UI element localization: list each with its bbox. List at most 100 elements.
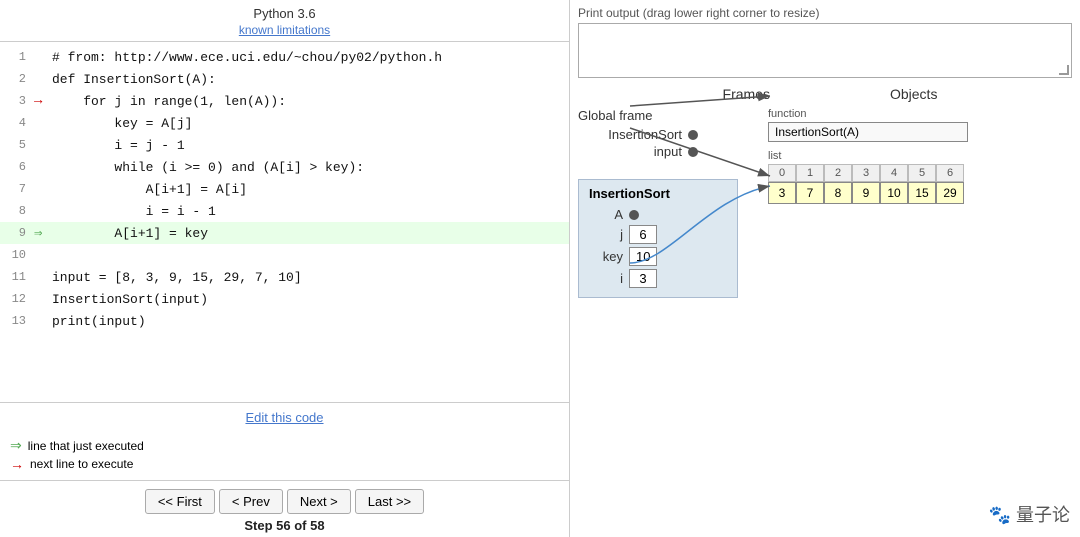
is-var-j: j 6 — [589, 225, 727, 244]
line-code: InsertionSort(input) — [52, 292, 208, 307]
line-number: 9 — [4, 226, 34, 240]
last-button[interactable]: Last >> — [355, 489, 424, 514]
right-panel: Print output (drag lower right corner to… — [570, 0, 1080, 537]
line-number: 3 — [4, 94, 34, 108]
line-number: 2 — [4, 72, 34, 86]
line-code: def InsertionSort(A): — [52, 72, 216, 87]
function-box: InsertionSort(A) — [768, 122, 968, 142]
prev-button[interactable]: < Prev — [219, 489, 283, 514]
global-frame-label: Global frame — [578, 108, 738, 123]
function-label: function — [768, 108, 968, 120]
list-value-1: 7 — [796, 182, 824, 204]
code-line-13: 13 print(input) — [0, 310, 569, 332]
code-line-9: 9⇒ A[i+1] = key — [0, 222, 569, 244]
list-value-0: 3 — [768, 182, 796, 204]
is-var-name-A: A — [589, 207, 629, 222]
line-number: 6 — [4, 160, 34, 174]
list-label: list — [768, 150, 968, 162]
is-var-name-key: key — [589, 249, 629, 264]
red-arrow-icon: → — [10, 456, 24, 472]
list-container: 0123456 3789101529 — [768, 164, 968, 204]
is-var-name-i: i — [589, 271, 629, 286]
code-line-5: 5 i = j - 1 — [0, 134, 569, 156]
list-index-3: 3 — [852, 164, 880, 182]
is-var-key: key 10 — [589, 247, 727, 266]
legend-green-text: line that just executed — [28, 439, 144, 453]
legend-red-text: next line to execute — [30, 457, 133, 471]
step-label: Step 56 of 58 — [244, 518, 324, 533]
frame-name-input: input — [578, 144, 688, 159]
green-arrow-icon: ⇒ — [10, 437, 22, 454]
line-code: while (i >= 0) and (A[i] > key): — [52, 160, 364, 175]
legend: ⇒ line that just executed → next line to… — [0, 433, 569, 480]
line-code: A[i+1] = key — [52, 226, 208, 241]
edit-link-container: Edit this code — [0, 402, 569, 433]
next-button[interactable]: Next > — [287, 489, 351, 514]
output-label: Print output (drag lower right corner to… — [578, 6, 1072, 20]
is-frame-title: InsertionSort — [589, 186, 727, 201]
code-line-7: 7 A[i+1] = A[i] — [0, 178, 569, 200]
list-indices: 0123456 — [768, 164, 968, 182]
first-button[interactable]: << First — [145, 489, 215, 514]
code-area: 1 # from: http://www.ece.uci.edu/~chou/py… — [0, 42, 569, 402]
edit-code-link[interactable]: Edit this code — [245, 410, 323, 425]
output-box — [578, 23, 1072, 78]
frames-header: Frames — [723, 86, 770, 102]
legend-green: ⇒ line that just executed — [10, 437, 559, 454]
objects-header: Objects — [890, 86, 937, 102]
line-code: # from: http://www.ece.uci.edu/~chou/py0… — [52, 50, 442, 65]
line-code: print(input) — [52, 314, 146, 329]
resize-handle-icon[interactable] — [1059, 65, 1069, 75]
line-number: 8 — [4, 204, 34, 218]
insertion-sort-frame: InsertionSort A j 6 key 10 i — [578, 179, 738, 298]
line-number: 4 — [4, 116, 34, 130]
code-line-1: 1 # from: http://www.ece.uci.edu/~chou/py… — [0, 46, 569, 68]
python-header: Python 3.6 known limitations — [0, 0, 569, 42]
line-number: 5 — [4, 138, 34, 152]
list-value-3: 9 — [852, 182, 880, 204]
global-frame: Global frame InsertionSort input — [578, 108, 738, 161]
output-area: Print output (drag lower right corner to… — [578, 6, 1072, 78]
insertionsort-dot-icon — [688, 130, 698, 140]
line-number: 1 — [4, 50, 34, 64]
list-index-4: 4 — [880, 164, 908, 182]
is-var-name-j: j — [589, 227, 629, 242]
list-value-2: 8 — [824, 182, 852, 204]
objects-column: function InsertionSort(A) list 0123456 3… — [768, 108, 968, 298]
frame-row-input: input — [578, 144, 738, 159]
line-number: 7 — [4, 182, 34, 196]
list-value-4: 10 — [880, 182, 908, 204]
line-number: 13 — [4, 314, 34, 328]
line-number: 10 — [4, 248, 34, 262]
code-line-10: 10 — [0, 244, 569, 266]
input-dot-icon — [688, 147, 698, 157]
legend-red: → next line to execute — [10, 456, 559, 472]
list-index-6: 6 — [936, 164, 964, 182]
code-line-11: 11 input = [8, 3, 9, 15, 29, 7, 10] — [0, 266, 569, 288]
code-line-2: 2 def InsertionSort(A): — [0, 68, 569, 90]
line-code: i = i - 1 — [52, 204, 216, 219]
watermark: 🐾 量子论 — [989, 501, 1070, 527]
frame-name-insertionsort: InsertionSort — [578, 127, 688, 142]
code-line-8: 8 i = i - 1 — [0, 200, 569, 222]
frames-column: Global frame InsertionSort input Inserti… — [578, 108, 738, 298]
list-value-5: 15 — [908, 182, 936, 204]
list-index-5: 5 — [908, 164, 936, 182]
is-A-dot-icon — [629, 210, 639, 220]
nav-buttons: << First < Prev Next > Last >> — [145, 489, 424, 514]
frame-row-insertionsort: InsertionSort — [578, 127, 738, 142]
line-code: input = [8, 3, 9, 15, 29, 7, 10] — [52, 270, 302, 285]
line-number: 11 — [4, 270, 34, 284]
known-limitations-link[interactable]: known limitations — [239, 23, 330, 37]
line-number: 12 — [4, 292, 34, 306]
is-var-val-key: 10 — [629, 247, 657, 266]
is-var-i: i 3 — [589, 269, 727, 288]
python-title: Python 3.6 — [0, 6, 569, 21]
line-code: key = A[j] — [52, 116, 192, 131]
line-code: A[i+1] = A[i] — [52, 182, 247, 197]
left-panel: Python 3.6 known limitations 1 # from: ht… — [0, 0, 570, 537]
green-arrow-icon: ⇒ — [34, 225, 52, 242]
list-values: 3789101529 — [768, 182, 968, 204]
code-line-6: 6 while (i >= 0) and (A[i] > key): — [0, 156, 569, 178]
line-code: for j in range(1, len(A)): — [52, 94, 286, 109]
